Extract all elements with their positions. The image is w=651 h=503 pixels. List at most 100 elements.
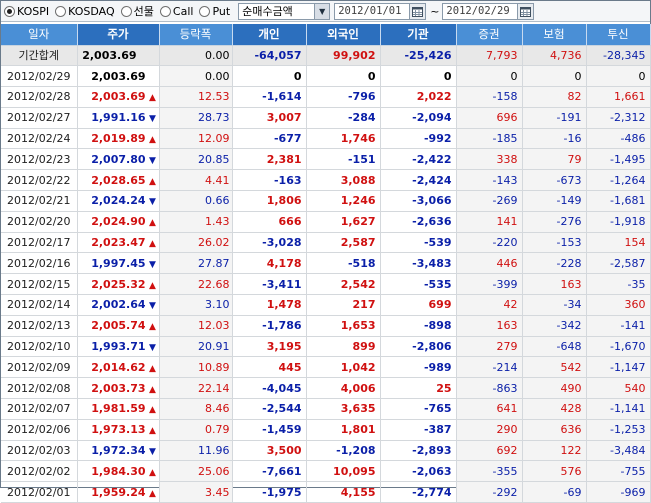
col-header-price[interactable]: 주가 (77, 24, 160, 46)
col-header-change[interactable]: 등락폭 (159, 24, 233, 46)
radio-button-futures[interactable] (120, 5, 132, 17)
row-change: 12.03 (159, 315, 233, 337)
row-insurance: 542 (522, 356, 587, 379)
row-foreign: -518 (306, 252, 381, 275)
row-trust: -1,495 (586, 148, 651, 171)
investor-table-container: 일자 주가 등락폭 개인 외국인 기관 증권 보험 투신 기간합계 2,003.… (1, 24, 651, 503)
table-row[interactable]: 2012/02/08 2,003.73 ▲ 22.14 -4,045 4,006 25 -86… (1, 377, 651, 400)
calendar-icon[interactable] (517, 3, 534, 19)
col-header-individual[interactable]: 개인 (232, 24, 307, 46)
row-price-value: 1,972.34 (91, 444, 146, 458)
row-change: 11.96 (159, 440, 233, 462)
row-individual: -1,459 (232, 419, 307, 441)
summary-row[interactable]: 기간합계 2,003.69 0.00 -64,057 99,902 -25,42… (1, 45, 651, 67)
col-header-foreign[interactable]: 외국인 (306, 24, 381, 46)
row-date: 2012/02/16 (1, 252, 78, 275)
row-date: 2012/02/06 (1, 419, 78, 441)
table-row[interactable]: 2012/02/07 1,981.59 ▲ 8.46 -2,544 3,635 -765 64… (1, 398, 651, 420)
calendar-icon[interactable] (409, 3, 426, 19)
row-securities: -863 (456, 377, 523, 400)
date-from-field[interactable]: 2012/01/01 (334, 2, 427, 20)
table-row[interactable]: 2012/02/09 2,014.62 ▲ 10.89 445 1,042 -989 -214… (1, 356, 651, 379)
row-foreign: 4,155 (306, 481, 381, 503)
radio-button-kospi[interactable] (4, 5, 15, 17)
date-from-value: 2012/01/01 (338, 5, 402, 17)
radio-button-kosdaq[interactable] (55, 5, 67, 17)
row-change: 25.06 (159, 460, 233, 483)
row-change: 22.68 (159, 273, 233, 296)
row-date: 2012/02/10 (1, 336, 78, 358)
row-individual: -1,614 (232, 86, 307, 108)
table-row[interactable]: 2012/02/24 2,019.89 ▲ 12.09 -677 1,746 -992 -18… (1, 128, 651, 150)
row-institution: -2,424 (380, 169, 457, 192)
row-securities: -269 (456, 190, 523, 212)
table-row[interactable]: 2012/02/16 1,997.45 ▼ 27.87 4,178 -518 -3,483 4… (1, 252, 651, 275)
row-price: 1,991.16 ▼ (77, 107, 160, 129)
row-foreign: 4,006 (306, 377, 381, 400)
table-row[interactable]: 2012/02/13 2,005.74 ▲ 12.03 -1,786 1,653 -898 1… (1, 315, 651, 337)
table-row[interactable]: 2012/02/27 1,991.16 ▼ 28.73 3,007 -284 -2,094 6… (1, 107, 651, 129)
radio-put[interactable]: Put (199, 5, 230, 18)
row-price-value: 2,007.80 (91, 152, 146, 166)
radio-button-put[interactable] (199, 5, 211, 17)
table-row[interactable]: 2012/02/14 2,002.64 ▼ 3.10 1,478 217 699 42 -34 3… (1, 294, 651, 316)
table-row[interactable]: 2012/02/17 2,023.47 ▲ 26.02 -3,028 2,587 -539-… (1, 232, 651, 254)
table-row[interactable]: 2012/02/15 2,025.32 ▲ 22.68 -3,411 2,542 -535-… (1, 273, 651, 296)
row-date: 2012/02/02 (1, 460, 78, 483)
table-row[interactable]: 2012/02/20 2,024.90 ▲ 1.43 666 1,627 -2,636 141… (1, 211, 651, 233)
row-price-value: 2,003.69 (91, 69, 146, 83)
amount-type-select[interactable]: 순매수금액 ▼ (238, 2, 331, 20)
row-foreign: 1,042 (306, 356, 381, 379)
row-change: 3.45 (159, 481, 233, 503)
col-header-securities[interactable]: 증권 (456, 24, 523, 46)
row-price-value: 2,014.62 (91, 360, 146, 374)
row-individual: 3,195 (232, 336, 307, 358)
row-individual: 445 (232, 356, 307, 379)
row-price-value: 2,024.24 (91, 194, 146, 208)
col-header-institution[interactable]: 기관 (380, 24, 457, 46)
row-trust: -1,670 (586, 336, 651, 358)
row-price: 1,997.45 ▼ (77, 252, 160, 275)
radio-call[interactable]: Call (159, 5, 193, 18)
row-date: 2012/02/07 (1, 398, 78, 420)
radio-button-call[interactable] (159, 5, 171, 17)
row-insurance: 636 (522, 419, 587, 441)
col-header-trust[interactable]: 투신 (586, 24, 651, 46)
table-row[interactable]: 2012/02/01 1,959.24 ▲ 3.45 -1,975 4,155 -2,774… (1, 481, 651, 503)
row-individual: -163 (232, 169, 307, 192)
up-arrow-icon: ▲ (149, 405, 156, 416)
row-price-value: 2,025.32 (91, 277, 146, 291)
table-row[interactable]: 2012/02/10 1,993.71 ▼ 20.91 3,195 899 -2,806 27… (1, 336, 651, 358)
table-row[interactable]: 2012/02/06 1,973.13 ▲ 0.79 -1,459 1,801 -387 29… (1, 419, 651, 441)
radio-futures[interactable]: 선물 (120, 3, 154, 19)
table-row[interactable]: 2012/02/22 2,028.65 ▲ 4.41 -163 3,088 -2,424 -1… (1, 169, 651, 192)
radio-kosdaq[interactable]: KOSDAQ (55, 5, 115, 18)
col-header-date[interactable]: 일자 (1, 24, 78, 46)
row-securities: 279 (456, 336, 523, 358)
row-change: 28.73 (159, 107, 233, 129)
row-insurance: 79 (522, 148, 587, 171)
table-row[interactable]: 2012/02/21 2,024.24 ▼ 0.66 1,806 1,246 -3,066-… (1, 190, 651, 212)
table-row[interactable]: 2012/02/29 2,003.69 0.00 0 0 0 0 0 0 (1, 65, 651, 88)
row-insurance: -153 (522, 232, 587, 254)
row-date: 2012/02/15 (1, 273, 78, 296)
row-date: 2012/02/24 (1, 128, 78, 150)
row-change: 12.09 (159, 128, 233, 150)
col-header-insurance[interactable]: 보험 (522, 24, 587, 46)
row-date: 2012/02/08 (1, 377, 78, 400)
table-row[interactable]: 2012/02/28 2,003.69 ▲ 12.53 -1,614 -796 2,022-… (1, 86, 651, 108)
dropdown-arrow-icon[interactable]: ▼ (314, 3, 330, 19)
row-institution: -2,636 (380, 211, 457, 233)
row-trust: 0 (586, 65, 651, 88)
table-row[interactable]: 2012/02/02 1,984.30 ▲ 25.06 -7,661 10,095 -2,0… (1, 460, 651, 483)
table-row[interactable]: 2012/02/23 2,007.80 ▼ 20.85 2,381 -151 -2,422 3… (1, 148, 651, 171)
date-to-field[interactable]: 2012/02/29 (442, 2, 535, 20)
row-insurance: -673 (522, 169, 587, 192)
radio-kospi[interactable]: KOSPI (4, 5, 49, 18)
row-institution: 2,022 (380, 86, 457, 108)
row-insurance: -648 (522, 336, 587, 358)
row-price: 2,024.90 ▲ (77, 211, 160, 233)
row-trust: -1,681 (586, 190, 651, 212)
up-arrow-icon: ▲ (149, 176, 156, 187)
table-row[interactable]: 2012/02/03 1,972.34 ▼ 11.96 3,500 -1,208 -2,89… (1, 440, 651, 462)
